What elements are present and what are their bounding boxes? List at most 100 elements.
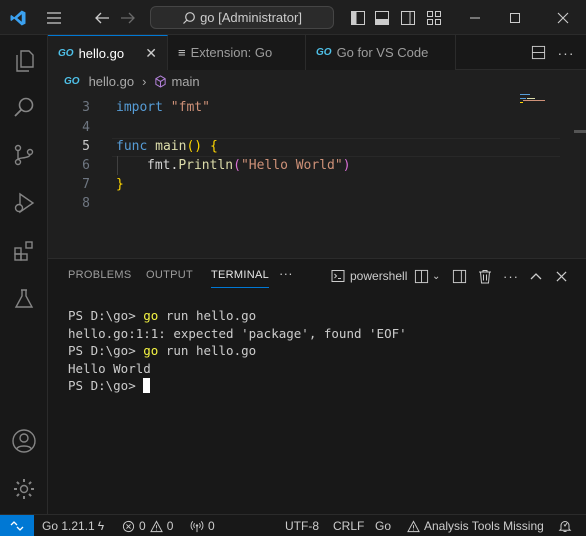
- minimap[interactable]: [518, 92, 578, 112]
- go-file-icon: GO: [58, 47, 74, 59]
- analysis-tools-label: Analysis Tools Missing: [424, 519, 544, 533]
- toggle-sidebar-icon[interactable]: [452, 266, 467, 286]
- maximize-panel-icon[interactable]: [530, 266, 542, 286]
- bracket: {: [209, 139, 218, 154]
- activity-bar: [0, 35, 48, 514]
- terminal-output[interactable]: PS D:\go> go run hello.go hello.go:1:1: …: [68, 307, 407, 395]
- function-println: Println: [178, 158, 234, 173]
- breadcrumb-symbol[interactable]: main: [171, 74, 199, 89]
- tab-label: Extension: Go: [190, 45, 273, 60]
- lightning-icon: ϟ: [97, 519, 105, 533]
- editor-scrollbar[interactable]: [574, 130, 586, 133]
- panel-more-icon[interactable]: ···: [279, 266, 293, 281]
- run-debug-icon[interactable]: [0, 179, 48, 227]
- language-label: Go: [375, 519, 392, 533]
- tab-problems[interactable]: PROBLEMS: [68, 269, 132, 281]
- terminal-prompt: PS D:\go>: [68, 308, 144, 323]
- close-window-icon[interactable]: [548, 0, 578, 35]
- indent-guide: [117, 156, 118, 175]
- terminal-icon: [331, 270, 345, 282]
- warning-icon: [149, 519, 163, 532]
- go-file-icon: GO: [316, 47, 332, 58]
- problems-status[interactable]: 0 0: [122, 515, 173, 536]
- search-icon[interactable]: [0, 83, 48, 131]
- testing-icon[interactable]: [0, 275, 48, 323]
- chevron-down-icon[interactable]: ⌄: [432, 266, 440, 286]
- terminal-cursor: [143, 378, 151, 393]
- line-number: 3: [82, 100, 90, 115]
- bracket: (: [233, 158, 241, 173]
- function-main: main: [155, 139, 187, 154]
- chevron-right-icon: ›: [142, 73, 147, 89]
- terminal-shell-label: powershell: [350, 269, 408, 283]
- remote-indicator-icon[interactable]: [0, 515, 34, 536]
- error-icon: [122, 520, 135, 532]
- line-number: 5: [82, 139, 90, 154]
- notifications-bell-icon[interactable]: [558, 515, 572, 536]
- warning-icon: [407, 519, 420, 532]
- forward-arrow-icon[interactable]: [116, 0, 140, 35]
- tab-hello-go[interactable]: GO hello.go ✕: [48, 35, 168, 70]
- account-icon[interactable]: [0, 417, 48, 465]
- more-actions-icon[interactable]: ···: [503, 266, 519, 286]
- line-number: 4: [82, 120, 90, 135]
- tab-output[interactable]: OUTPUT: [146, 269, 193, 281]
- analysis-tools-status[interactable]: Analysis Tools Missing: [407, 515, 544, 536]
- keyword-import: import: [116, 100, 163, 115]
- tab-extension-go[interactable]: ≡ Extension: Go: [168, 35, 306, 70]
- tab-go-for-vscode[interactable]: GO Go for VS Code: [306, 35, 456, 70]
- terminal-prompt: PS D:\go>: [68, 378, 144, 393]
- go-file-icon: GO: [64, 75, 80, 87]
- package-fmt: fmt.: [147, 158, 179, 173]
- settings-gear-icon[interactable]: [0, 465, 48, 513]
- command-center-search[interactable]: go [Administrator]: [150, 6, 334, 29]
- back-arrow-icon[interactable]: [90, 0, 114, 35]
- split-terminal-icon[interactable]: [414, 266, 429, 286]
- toggle-panel-icon[interactable]: [372, 0, 392, 35]
- code-line: 8: [48, 194, 586, 213]
- bracket: }: [116, 177, 124, 192]
- status-bar: Go 1.21.1 ϟ 0 0 0 UTF-8 CRLF Go Analysis…: [0, 514, 586, 536]
- close-tab-icon[interactable]: ✕: [145, 45, 157, 62]
- language-mode-status[interactable]: Go: [375, 515, 391, 536]
- customize-layout-icon[interactable]: [424, 0, 444, 35]
- breadcrumb: GO hello.go › main: [48, 70, 586, 92]
- keyword-func: func: [116, 139, 148, 154]
- extensions-icon[interactable]: [0, 227, 48, 275]
- eol-status[interactable]: CRLF: [333, 515, 364, 536]
- command-center-label: go [Administrator]: [200, 10, 302, 25]
- string-hello-world: "Hello World": [240, 158, 343, 173]
- toggle-secondary-sidebar-icon[interactable]: [398, 0, 418, 35]
- terminal-command: go: [143, 343, 159, 358]
- ports-count: 0: [208, 519, 215, 533]
- encoding-label: UTF-8: [285, 519, 319, 533]
- ports-status[interactable]: 0: [190, 515, 215, 536]
- source-control-icon[interactable]: [0, 131, 48, 179]
- minimize-icon[interactable]: [460, 0, 490, 35]
- menu-icon[interactable]: [40, 0, 68, 35]
- eol-label: CRLF: [333, 519, 365, 533]
- line-number: 8: [82, 196, 90, 211]
- broadcast-icon: [190, 520, 204, 532]
- split-editor-icon[interactable]: [528, 35, 548, 70]
- close-panel-icon[interactable]: [556, 266, 567, 286]
- explorer-icon[interactable]: [0, 37, 48, 85]
- terminal-selector[interactable]: powershell: [331, 266, 407, 286]
- maximize-icon[interactable]: [500, 0, 530, 35]
- code-editor[interactable]: 3 import "fmt" 4 5 func main() { 6 fmt.P…: [48, 92, 586, 257]
- toggle-primary-sidebar-icon[interactable]: [348, 0, 368, 35]
- breadcrumb-file[interactable]: hello.go: [89, 74, 135, 89]
- trash-icon[interactable]: [478, 266, 492, 286]
- title-bar: go [Administrator]: [0, 0, 586, 35]
- tab-terminal[interactable]: TERMINAL: [211, 269, 270, 288]
- string-fmt: "fmt": [170, 100, 210, 115]
- line-number: 6: [82, 158, 90, 173]
- search-icon: [183, 11, 195, 24]
- encoding-status[interactable]: UTF-8: [285, 515, 319, 536]
- more-actions-icon[interactable]: ···: [556, 35, 576, 70]
- code-line: 3 import "fmt": [48, 98, 586, 117]
- code-line: 5 func main() {: [48, 137, 586, 156]
- code-line: 6 fmt.Println("Hello World"): [48, 156, 586, 175]
- go-version-status[interactable]: Go 1.21.1 ϟ: [42, 515, 104, 536]
- function-cube-icon: [155, 74, 167, 88]
